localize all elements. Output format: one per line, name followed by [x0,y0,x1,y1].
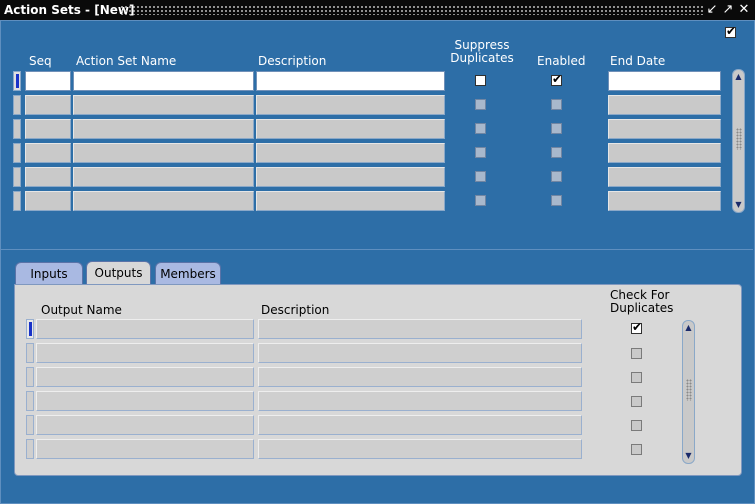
output-row-indicator[interactable] [26,319,34,339]
output-description-field[interactable] [258,367,582,387]
check-mark-icon: ✔ [632,320,643,334]
output-name-field[interactable] [36,391,254,411]
check-mark-icon: ✔ [726,24,737,38]
description-field[interactable] [256,119,445,139]
grid-scrollbar[interactable]: ▲ ▼ [732,69,745,213]
output-name-field[interactable] [36,415,254,435]
header-enabled: Enabled [537,54,586,68]
output-description-field[interactable] [258,319,582,339]
action-set-name-field[interactable] [73,143,254,163]
tab-inputs[interactable]: Inputs [15,262,83,284]
suppress-duplicates-checkbox[interactable] [475,99,486,110]
check-for-duplicates-checkbox[interactable] [631,420,642,431]
arrow-up-icon[interactable]: ▲ [733,72,744,82]
window-titlebar[interactable]: Action Sets - [New] ↙ ↗ ✕ [0,0,755,20]
tab-members[interactable]: Members [155,262,221,284]
output-name-field[interactable] [36,367,254,387]
output-name-field[interactable] [36,343,254,363]
suppress-duplicates-checkbox[interactable] [475,75,486,86]
seq-field[interactable] [25,143,71,163]
end-date-field[interactable] [608,95,721,115]
header-output-name: Output Name [41,303,122,317]
scroll-grip[interactable] [686,379,692,401]
description-field[interactable] [256,71,445,91]
enabled-checkbox[interactable] [551,99,562,110]
restore-icon[interactable]: ↗ [721,2,735,18]
output-row-indicator[interactable] [26,391,34,411]
window-title: Action Sets - [New] [4,3,135,17]
action-set-name-field[interactable] [73,95,254,115]
action-set-name-field[interactable] [73,167,254,187]
action-set-name-field[interactable] [73,119,254,139]
row-indicator[interactable] [13,191,21,211]
close-icon[interactable]: ✕ [737,2,751,18]
enabled-checkbox[interactable] [551,147,562,158]
output-row-indicator[interactable] [26,415,34,435]
description-field[interactable] [256,95,445,115]
output-row-indicator[interactable] [26,343,34,363]
suppress-duplicates-checkbox[interactable] [475,123,486,134]
scroll-grip[interactable] [736,128,742,150]
output-name-field[interactable] [36,319,254,339]
output-row-indicator[interactable] [26,367,34,387]
seq-field[interactable] [25,191,71,211]
description-field[interactable] [256,143,445,163]
action-set-name-field[interactable] [73,191,254,211]
output-description-field[interactable] [258,415,582,435]
seq-field[interactable] [25,95,71,115]
output-row-indicator[interactable] [26,439,34,459]
titlebar-drag-pattern [120,5,703,15]
output-description-field[interactable] [258,439,582,459]
output-description-field[interactable] [258,391,582,411]
header-check-for-duplicates: Check For Duplicates [610,289,673,315]
output-name-field[interactable] [36,439,254,459]
check-for-duplicates-checkbox[interactable]: ✔ [631,320,643,334]
check-for-duplicates-checkbox[interactable] [631,372,642,383]
row-indicator[interactable] [13,167,21,187]
section-divider [1,249,753,250]
suppress-duplicates-checkbox[interactable] [475,195,486,206]
seq-field[interactable] [25,71,71,91]
arrow-down-icon[interactable]: ▼ [733,200,744,210]
seq-field[interactable] [25,167,71,187]
header-end-date: End Date [610,54,666,68]
suppress-duplicates-checkbox[interactable] [475,171,486,182]
header-action-set-name: Action Set Name [76,54,177,68]
top-right-checkbox[interactable]: ✔ [725,24,737,38]
header-suppress-line2: Duplicates [450,51,514,65]
check-mark-icon: ✔ [552,72,563,86]
description-field[interactable] [256,167,445,187]
header-suppress: Suppress Duplicates [446,39,518,65]
suppress-duplicates-checkbox[interactable] [475,147,486,158]
header-description: Description [258,54,327,68]
end-date-field[interactable] [608,143,721,163]
end-date-field[interactable] [608,167,721,187]
check-for-duplicates-checkbox[interactable] [631,444,642,455]
end-date-field[interactable] [608,119,721,139]
description-field[interactable] [256,191,445,211]
enabled-checkbox[interactable]: ✔ [551,72,563,86]
tab-outputs[interactable]: Outputs [86,261,151,285]
action-set-name-field[interactable] [73,71,254,91]
end-date-field[interactable] [608,71,721,91]
minimize-icon[interactable]: ↙ [705,2,719,18]
arrow-up-icon[interactable]: ▲ [683,323,694,333]
enabled-checkbox[interactable] [551,195,562,206]
output-description-field[interactable] [258,343,582,363]
arrow-down-icon[interactable]: ▼ [683,451,694,461]
outputs-scrollbar[interactable]: ▲ ▼ [682,320,695,464]
header-seq: Seq [29,54,52,68]
row-indicator[interactable] [13,143,21,163]
header-check-line2: Duplicates [610,301,674,315]
seq-field[interactable] [25,119,71,139]
check-for-duplicates-checkbox[interactable] [631,348,642,359]
enabled-checkbox[interactable] [551,123,562,134]
end-date-field[interactable] [608,191,721,211]
enabled-checkbox[interactable] [551,171,562,182]
row-indicator[interactable] [13,71,21,91]
row-indicator[interactable] [13,119,21,139]
header-output-description: Description [261,303,330,317]
row-indicator[interactable] [13,95,21,115]
check-for-duplicates-checkbox[interactable] [631,396,642,407]
